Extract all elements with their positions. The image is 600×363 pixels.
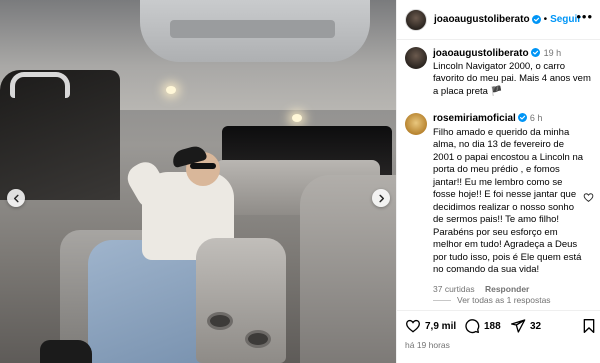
caption-text: Lincoln Navigator 2000, o carro favorito… — [433, 60, 591, 97]
chevron-left-icon — [13, 194, 19, 202]
save-button[interactable] — [581, 318, 597, 334]
cupholder — [207, 312, 233, 330]
more-options-icon[interactable]: ••• — [576, 10, 593, 23]
comment-button[interactable]: 188 — [464, 318, 501, 334]
dome-light — [292, 114, 302, 122]
comment-icon — [465, 319, 480, 334]
shares-count: 32 — [530, 320, 542, 332]
grab-handle — [10, 72, 70, 98]
center-armrest — [196, 238, 286, 363]
post-actions-bar: 7,9 mil 188 32 há 19 horas — [397, 310, 600, 363]
comment-text: Filho amado e querido da minha alma, no … — [433, 126, 584, 276]
share-button[interactable]: 32 — [510, 318, 541, 334]
avatar[interactable] — [405, 8, 427, 31]
avatar[interactable] — [405, 47, 427, 69]
comment-heart-icon[interactable] — [583, 192, 594, 203]
post-header: joaoaugustoliberato • Seguir ••• — [397, 0, 600, 40]
like-button[interactable]: 7,9 mil — [405, 318, 456, 334]
comment-likes-count[interactable]: 37 curtidas — [433, 284, 475, 294]
comment-timestamp[interactable]: 6 h — [530, 113, 543, 123]
replies-divider — [433, 299, 451, 301]
dome-light — [166, 86, 176, 94]
verified-badge-icon — [517, 113, 527, 122]
carousel-prev-button[interactable] — [7, 189, 25, 207]
bookmark-icon — [583, 319, 595, 333]
heart-icon — [405, 319, 421, 333]
person-sunglasses — [190, 163, 216, 169]
avatar[interactable] — [405, 113, 427, 135]
overhead-console-panel — [170, 20, 335, 38]
comment-body: rosemiriamoficial 6 h Filho amado e queri… — [433, 112, 583, 295]
share-icon — [511, 319, 526, 333]
view-replies-label: Ver todas as 1 respostas — [457, 295, 551, 305]
reply-button[interactable]: Responder — [485, 284, 529, 294]
chevron-right-icon — [378, 194, 384, 202]
verified-badge-icon — [531, 15, 541, 24]
comments-count: 188 — [484, 320, 501, 332]
verified-badge-icon — [530, 48, 540, 57]
post-photo[interactable] — [0, 0, 396, 363]
comment-meta: 37 curtidas Responder — [433, 283, 583, 296]
author-username[interactable]: joaoaugustoliberato — [434, 14, 530, 25]
cupholder — [245, 330, 271, 348]
caption-body: joaoaugustoliberato 19 h Lincoln Navigato… — [433, 47, 595, 98]
carousel-next-button[interactable] — [372, 189, 390, 207]
separator-dot: • — [543, 14, 548, 25]
likes-count: 7,9 mil — [425, 320, 457, 332]
caption-timestamp[interactable]: 19 h — [544, 48, 562, 58]
view-replies-button[interactable]: Ver todas as 1 respostas — [433, 295, 551, 305]
comment-username[interactable]: rosemiriamoficial — [433, 113, 516, 124]
comments-panel: joaoaugustoliberato • Seguir ••• joaoaug… — [396, 0, 600, 363]
post-timestamp[interactable]: há 19 horas — [405, 340, 450, 350]
person-shoe — [40, 340, 92, 363]
caption-username[interactable]: joaoaugustoliberato — [433, 48, 529, 59]
